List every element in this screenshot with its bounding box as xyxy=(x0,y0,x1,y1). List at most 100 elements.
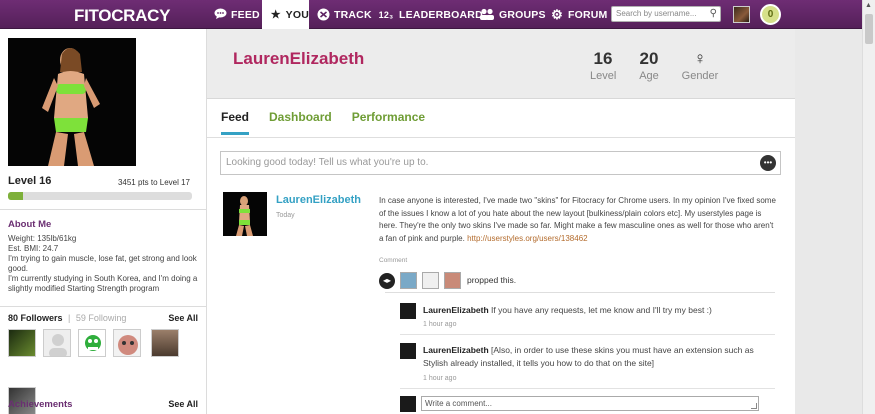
stat-value: 20 xyxy=(639,49,659,68)
speech-bubble-icon xyxy=(213,8,227,22)
level-progress-bar xyxy=(8,192,192,200)
profile-sidebar: Level 16 3451 pts to Level 17 About Me W… xyxy=(0,29,207,414)
stat-level: 16 Level xyxy=(590,49,616,82)
tab-dashboard[interactable]: Dashboard xyxy=(269,110,332,135)
nav-track[interactable]: TRACK xyxy=(316,0,372,29)
tabs-divider xyxy=(207,137,795,138)
stat-label: Age xyxy=(639,70,659,82)
comment-author-avatar[interactable] xyxy=(400,303,416,319)
followers-count[interactable]: 80 Followers xyxy=(8,313,63,323)
comment-divider xyxy=(400,388,775,389)
comment-timestamp: 1 hour ago xyxy=(423,375,457,382)
nav-groups[interactable]: GROUPS xyxy=(478,0,546,29)
following-count[interactable]: 59 Following xyxy=(76,313,127,323)
tab-feed[interactable]: Feed xyxy=(221,110,250,135)
chat-bubble-icon[interactable]: ••• xyxy=(760,155,776,171)
propped-text: propped this. xyxy=(467,275,517,285)
comments-divider xyxy=(385,292,775,293)
post-timestamp: Today xyxy=(276,212,295,219)
page-scrollbar[interactable]: ▲ xyxy=(862,0,875,414)
track-icon xyxy=(316,8,330,22)
propper-avatar[interactable] xyxy=(444,272,461,289)
nav-leaderboard-label: LEADERBOARD xyxy=(399,8,483,21)
followers-summary: 80 Followers | 59 Following xyxy=(8,313,126,323)
comment-link[interactable]: Comment xyxy=(379,257,407,264)
follower-avatar[interactable] xyxy=(43,329,71,357)
scroll-thumb[interactable] xyxy=(865,14,873,44)
stat-age: 20 Age xyxy=(636,49,662,82)
comment-text: LaurenElizabeth [Also, in order to use t… xyxy=(423,344,763,370)
star-icon: ★ xyxy=(270,8,281,21)
gear-icon: ⚙ xyxy=(551,6,563,22)
write-comment-placeholder: Write a comment... xyxy=(425,399,492,408)
userstyles-link[interactable]: http://userstyles.org/users/138462 xyxy=(467,234,588,243)
stat-label: Gender xyxy=(681,70,719,82)
nav-you-label: YOU xyxy=(285,8,309,21)
sidebar-divider xyxy=(0,306,207,307)
post-author-name[interactable]: LaurenElizabeth xyxy=(276,194,361,206)
about-line: Est. BMI: 24.7 xyxy=(8,244,59,253)
scroll-up-arrow-icon[interactable]: ▲ xyxy=(865,2,872,9)
follow-separator: | xyxy=(68,313,71,323)
notification-badge[interactable]: 0 xyxy=(760,4,781,25)
points-to-next-level: 3451 pts to Level 17 xyxy=(117,178,190,187)
nav-forum[interactable]: ⚙ FORUM xyxy=(550,0,608,29)
about-me-title: About Me xyxy=(8,219,52,230)
status-placeholder: Looking good today! Tell us what you're … xyxy=(226,157,429,168)
about-line: Weight: 135lb/61kg xyxy=(8,234,77,243)
sidebar-divider xyxy=(0,209,207,210)
followers-see-all-link[interactable]: See All xyxy=(168,313,198,323)
nav-groups-label: GROUPS xyxy=(499,8,546,21)
give-props-button[interactable]: ◂▸ xyxy=(379,273,395,289)
nav-feed[interactable]: FEED xyxy=(213,0,260,29)
follower-avatar[interactable] xyxy=(8,329,36,357)
comment-body: If you have any requests, let me know an… xyxy=(491,305,712,315)
search-icon[interactable]: ⚲ xyxy=(710,8,717,19)
follower-avatar[interactable] xyxy=(113,329,141,357)
user-avatar[interactable] xyxy=(733,6,750,23)
fitocracy-logo[interactable]: FITOCRACY xyxy=(74,6,170,26)
about-line: I'm trying to gain muscle, lose fat, get… xyxy=(8,254,197,273)
comment-timestamp: 1 hour ago xyxy=(423,321,457,328)
search-placeholder: Search by username... xyxy=(616,9,697,18)
comment-author[interactable]: LaurenElizabeth xyxy=(423,305,489,315)
level-label: Level 16 xyxy=(8,175,52,187)
groups-icon xyxy=(478,8,495,22)
write-comment-input[interactable]: Write a comment... xyxy=(421,396,759,411)
profile-tabs: Feed Dashboard Performance xyxy=(221,110,445,135)
stat-value: 16 xyxy=(593,49,613,68)
follower-avatar[interactable] xyxy=(78,329,106,357)
status-update-input[interactable]: Looking good today! Tell us what you're … xyxy=(220,151,781,175)
achievements-see-all-link[interactable]: See All xyxy=(168,399,198,409)
follower-avatar[interactable] xyxy=(151,329,179,357)
nav-feed-label: FEED xyxy=(231,8,260,21)
post-author-avatar[interactable] xyxy=(223,192,267,236)
stat-label: Level xyxy=(590,70,617,82)
nav-forum-label: FORUM xyxy=(568,8,608,21)
propper-avatar[interactable] xyxy=(422,272,439,289)
profile-main: LaurenElizabeth 16 Level 20 Age ♀ Gender… xyxy=(207,29,795,414)
search-input[interactable]: Search by username... ⚲ xyxy=(611,6,721,22)
resize-grip-icon[interactable] xyxy=(751,403,757,409)
propper-avatar[interactable] xyxy=(400,272,417,289)
achievements-title: Achievements xyxy=(8,399,73,410)
level-progress-fill xyxy=(8,192,23,200)
profile-photo[interactable] xyxy=(8,38,136,166)
current-user-avatar xyxy=(400,396,416,412)
female-symbol-icon: ♀ xyxy=(693,49,707,68)
nav-you[interactable]: ★ YOU xyxy=(262,0,309,29)
comment-author-avatar[interactable] xyxy=(400,343,416,359)
comment-text: LaurenElizabeth If you have any requests… xyxy=(423,304,763,317)
about-line: I'm currently studying in South Korea, a… xyxy=(8,274,198,293)
post-body: In case anyone is interested, I've made … xyxy=(379,195,777,245)
comment-divider xyxy=(400,334,775,335)
nav-track-label: TRACK xyxy=(334,8,372,21)
comment-author[interactable]: LaurenElizabeth xyxy=(423,345,489,355)
profile-header: LaurenElizabeth 16 Level 20 Age ♀ Gender xyxy=(207,29,795,99)
nav-leaderboard[interactable]: 12₃ LEADERBOARD xyxy=(377,0,483,29)
about-me-text: Weight: 135lb/61kg Est. BMI: 24.7 I'm tr… xyxy=(8,234,198,294)
leaderboard-icon: 12₃ xyxy=(378,9,394,20)
tab-performance[interactable]: Performance xyxy=(352,110,425,135)
stat-gender: ♀ Gender xyxy=(680,49,720,82)
top-navigation-bar: FITOCRACY FEED ★ YOU TRACK 12₃ LEADERBOA… xyxy=(0,0,862,29)
